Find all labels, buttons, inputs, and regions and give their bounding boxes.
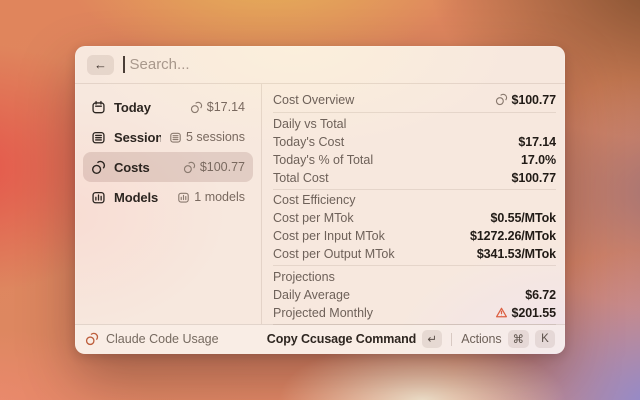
sidebar-item-accessory: $17.14 — [207, 100, 245, 114]
bar-chart-icon — [177, 191, 190, 204]
row-value: $201.55 — [512, 306, 557, 320]
sidebar-item-label: Models — [114, 190, 169, 205]
row-value: $17.14 — [518, 135, 556, 149]
calendar-icon — [91, 100, 106, 115]
metadata-row: Daily Average $6.72 — [273, 286, 556, 304]
list-icon — [91, 130, 106, 145]
row-label: Daily Average — [273, 288, 350, 302]
copy-command-button[interactable]: Copy Ccusage Command ↵ — [267, 330, 442, 348]
search-input[interactable] — [130, 56, 554, 73]
row-label: Total Cost — [273, 171, 329, 185]
section-title: Daily vs Total — [273, 115, 556, 133]
return-key-badge: ↵ — [422, 330, 442, 348]
main-area: Today $17.14 Session — [75, 84, 565, 324]
sidebar-item-label: Sessions — [114, 130, 161, 145]
metadata-row: Today's Cost $17.14 — [273, 133, 556, 151]
sidebar-item-costs[interactable]: Costs $100.77 — [83, 152, 253, 182]
actions-label: Actions — [461, 332, 501, 346]
sidebar-item-models[interactable]: Models 1 models — [83, 182, 253, 212]
warning-icon — [495, 306, 508, 319]
detail-header-value: $100.77 — [512, 93, 557, 107]
bar-chart-icon — [91, 190, 106, 205]
detail-panel: Cost Overview $100.77 Daily vs Total Tod… — [262, 84, 565, 324]
actions-button[interactable]: Actions ⌘ K — [461, 330, 555, 348]
row-value: $0.55/MTok — [491, 211, 556, 225]
divider — [273, 189, 556, 190]
sidebar: Today $17.14 Session — [75, 84, 262, 324]
search-bar: ← — [75, 46, 565, 84]
sidebar-item-label: Costs — [114, 160, 175, 175]
k-key-badge: K — [535, 330, 555, 348]
sidebar-item-label: Today — [114, 100, 182, 115]
sidebar-item-accessory: $100.77 — [200, 160, 245, 174]
return-key-icon: ↵ — [427, 332, 437, 346]
divider — [273, 112, 556, 113]
k-key-label: K — [541, 333, 549, 345]
row-value: $100.77 — [512, 171, 557, 185]
row-value: 17.0% — [521, 153, 556, 167]
footer-app-name: Claude Code Usage — [106, 332, 219, 346]
metadata-row: Today's % of Total 17.0% — [273, 151, 556, 169]
copy-command-label: Copy Ccusage Command — [267, 332, 416, 346]
metadata-row: Cost per Input MTok $1272.26/MTok — [273, 227, 556, 245]
sidebar-item-today[interactable]: Today $17.14 — [83, 92, 253, 122]
coins-icon — [85, 332, 99, 346]
text-caret — [123, 56, 125, 73]
metadata-row: Cost per Output MTok $341.53/MTok — [273, 245, 556, 263]
back-button[interactable]: ← — [87, 55, 114, 75]
coins-icon — [183, 161, 196, 174]
row-label: Cost per Output MTok — [273, 247, 395, 261]
coins-icon — [91, 160, 106, 175]
footer-divider — [451, 333, 452, 346]
row-value: $1272.26/MTok — [470, 229, 556, 243]
divider — [273, 324, 556, 325]
command-key-badge: ⌘ — [508, 330, 530, 348]
row-label: Today's % of Total — [273, 153, 373, 167]
row-value: $6.72 — [525, 288, 556, 302]
sidebar-item-accessory: 5 sessions — [186, 130, 245, 144]
command-key-icon: ⌘ — [513, 332, 525, 346]
command-palette-window: ← Today — [75, 46, 565, 354]
divider — [273, 265, 556, 266]
back-arrow-icon: ← — [94, 57, 107, 72]
detail-header: Cost Overview $100.77 — [273, 89, 556, 110]
row-label: Cost per MTok — [273, 211, 354, 225]
row-label: Cost per Input MTok — [273, 229, 385, 243]
row-label: Projected Monthly — [273, 306, 373, 320]
sidebar-item-sessions[interactable]: Sessions 5 sessions — [83, 122, 253, 152]
metadata-row: Cost per MTok $0.55/MTok — [273, 209, 556, 227]
section-title: Projections — [273, 268, 556, 286]
metadata-row: Total Cost $100.77 — [273, 169, 556, 187]
footer-bar: Claude Code Usage Copy Ccusage Command ↵… — [75, 324, 565, 353]
list-icon — [169, 131, 182, 144]
row-label: Today's Cost — [273, 135, 344, 149]
coins-icon — [495, 93, 508, 106]
metadata-row: Projected Monthly $201.55 — [273, 304, 556, 322]
section-title: Cost Efficiency — [273, 192, 556, 210]
detail-header-label: Cost Overview — [273, 93, 490, 107]
coins-icon — [190, 101, 203, 114]
row-value: $341.53/MTok — [477, 247, 556, 261]
sidebar-item-accessory: 1 models — [194, 190, 245, 204]
